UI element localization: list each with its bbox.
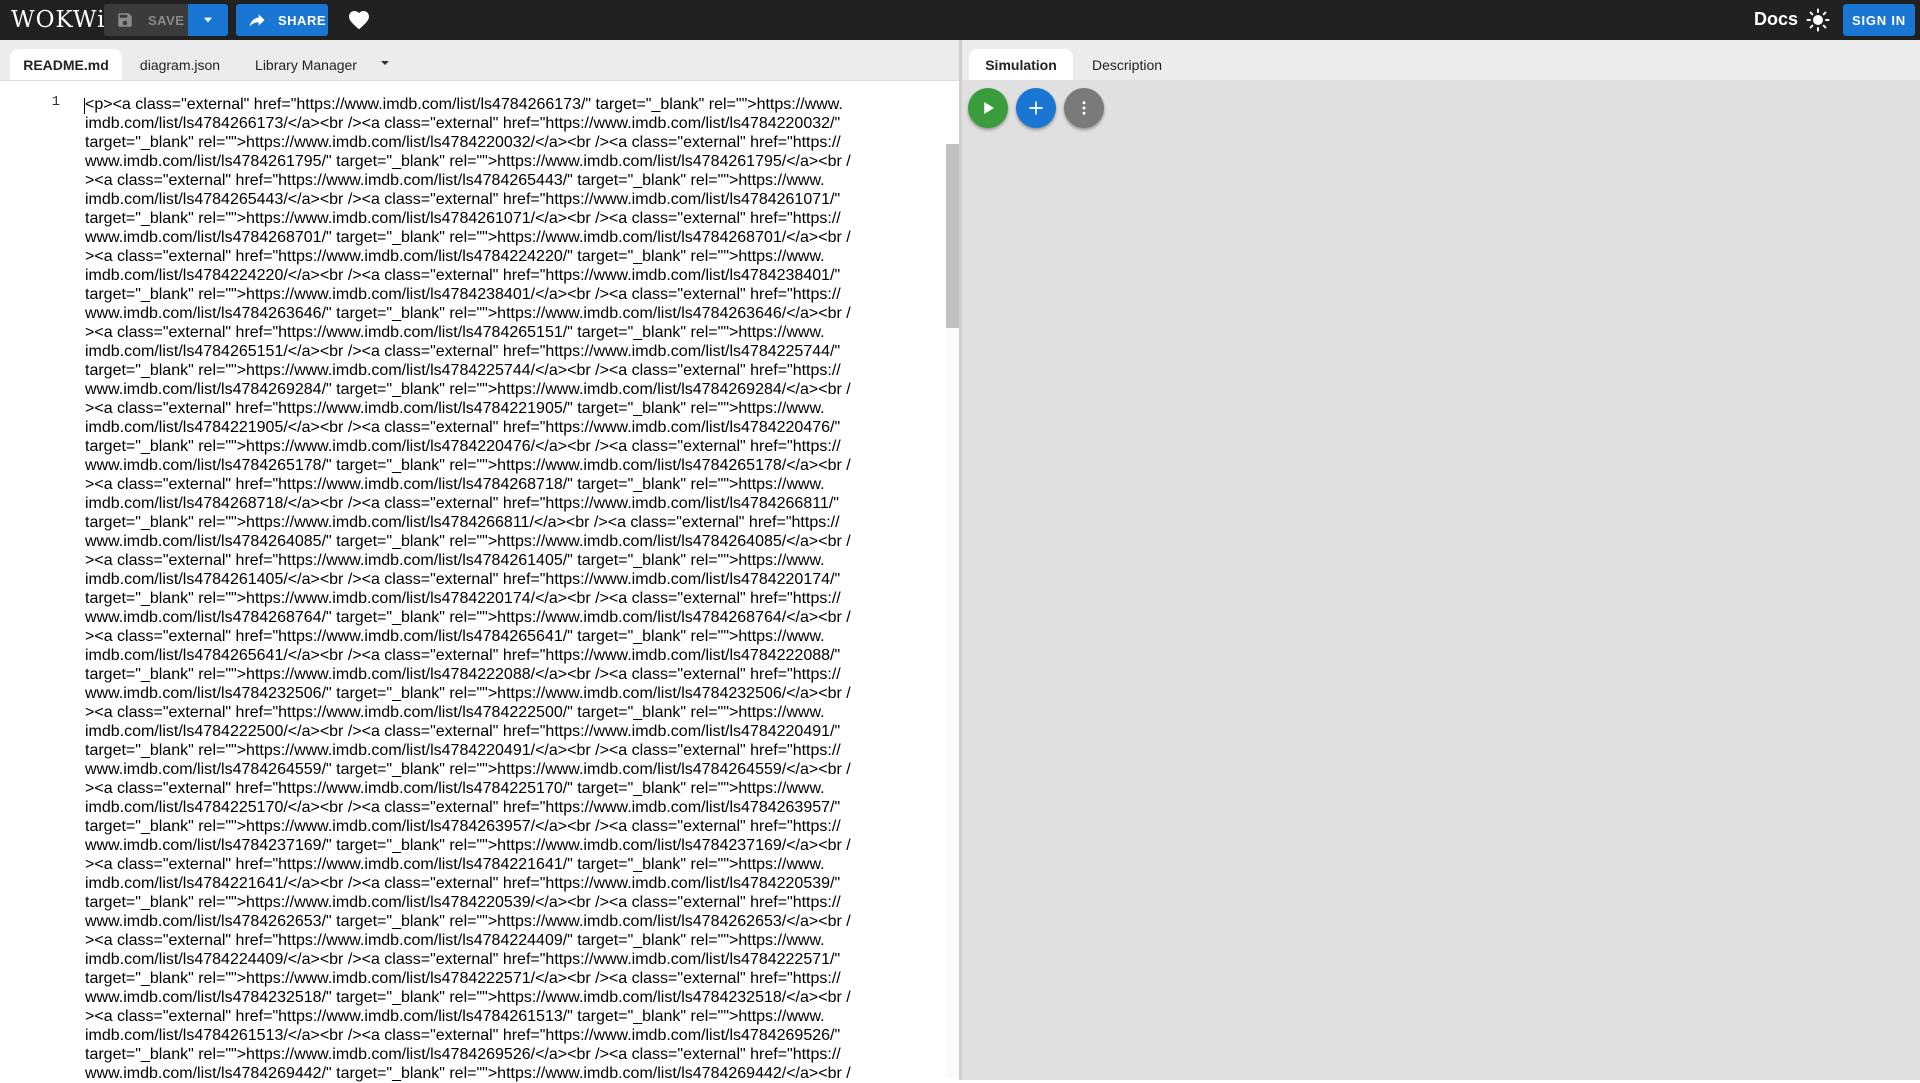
code-line: www.imdb.com/list/ls4784269442/" target=… <box>85 1065 851 1082</box>
code-line: www.imdb.com/list/ls4784232506/" target=… <box>85 685 851 702</box>
code-line: ><a class="external" href="https://www.i… <box>85 780 825 797</box>
code-line: target="_blank" rel="">https://www.imdb.… <box>85 894 841 911</box>
save-button[interactable]: SAVE <box>104 4 188 36</box>
tab-library-manager[interactable]: Library Manager <box>238 49 374 80</box>
add-part-button[interactable] <box>1016 88 1056 128</box>
code-line: www.imdb.com/list/ls4784265178/" target=… <box>85 457 851 474</box>
editor-pane: README.md diagram.json Library Manager 1… <box>0 40 959 1083</box>
code-line: target="_blank" rel="">https://www.imdb.… <box>85 1046 841 1063</box>
share-button[interactable]: SHARE <box>236 4 328 36</box>
heart-icon[interactable] <box>347 8 371 32</box>
line-number: 1 <box>51 94 60 110</box>
code-line: imdb.com/list/ls4784224409/</a><br /><a … <box>85 951 841 968</box>
code-line: <p><a class="external" href="https://www… <box>85 96 843 113</box>
code-line: ><a class="external" href="https://www.i… <box>85 1008 825 1025</box>
simulation-canvas[interactable] <box>962 80 1920 1080</box>
code-line: target="_blank" rel="">https://www.imdb.… <box>85 970 841 987</box>
code-line: target="_blank" rel="">https://www.imdb.… <box>85 742 841 759</box>
code-line: imdb.com/list/ls4784265151/</a><br /><a … <box>85 343 841 360</box>
code-line: target="_blank" rel="">https://www.imdb.… <box>85 514 840 531</box>
code-line: www.imdb.com/list/ls4784269284/" target=… <box>85 381 851 398</box>
code-line: imdb.com/list/ls4784265641/</a><br /><a … <box>85 647 841 664</box>
share-arrow-icon <box>246 9 268 31</box>
code-text[interactable]: <p><a class="external" href="https://www… <box>85 95 851 1083</box>
play-icon <box>984 102 994 114</box>
tabs-menu-chevron-icon[interactable] <box>380 58 390 68</box>
code-line: www.imdb.com/list/ls4784232518/" target=… <box>85 989 851 1006</box>
share-button-label: SHARE <box>278 12 327 28</box>
code-line: imdb.com/list/ls4784222500/</a><br /><a … <box>85 723 841 740</box>
code-line: ><a class="external" href="https://www.i… <box>85 400 825 417</box>
save-button-label: SAVE <box>148 12 185 28</box>
sign-in-button[interactable]: SIGN IN <box>1843 4 1915 36</box>
code-line: ><a class="external" href="https://www.i… <box>85 172 825 189</box>
code-line: www.imdb.com/list/ls4784262653/" target=… <box>85 913 851 930</box>
code-line: ><a class="external" href="https://www.i… <box>85 248 825 265</box>
code-line: www.imdb.com/list/ls4784237169/" target=… <box>85 837 851 854</box>
wokwi-logo[interactable]: WOKWi <box>11 5 105 35</box>
code-line: target="_blank" rel="">https://www.imdb.… <box>85 666 841 683</box>
code-line: imdb.com/list/ls4784221641/</a><br /><a … <box>85 875 841 892</box>
code-line: ><a class="external" href="https://www.i… <box>85 932 825 949</box>
editor-scrollbar[interactable] <box>946 144 959 1078</box>
editor-scrollbar-thumb[interactable] <box>946 144 959 328</box>
save-icon <box>114 9 136 31</box>
code-line: target="_blank" rel="">https://www.imdb.… <box>85 590 841 607</box>
code-line: ><a class="external" href="https://www.i… <box>85 704 825 721</box>
code-line: target="_blank" rel="">https://www.imdb.… <box>85 210 841 227</box>
start-simulation-button[interactable] <box>968 88 1008 128</box>
top-bar: WOKWi SAVE SHARE Docs SIGN IN <box>0 0 1920 40</box>
code-line: imdb.com/list/ls4784268718/</a><br /><a … <box>85 495 839 512</box>
code-line: imdb.com/list/ls4784261513/</a><br /><a … <box>85 1027 841 1044</box>
code-line: www.imdb.com/list/ls4784264085/" target=… <box>85 533 851 550</box>
chevron-down-icon <box>203 17 213 23</box>
tab-readme[interactable]: README.md <box>10 49 122 80</box>
code-line: www.imdb.com/list/ls4784261795/" target=… <box>85 153 851 170</box>
plus-icon <box>1029 101 1043 115</box>
code-line: imdb.com/list/ls4784261405/</a><br /><a … <box>85 571 841 588</box>
simulation-tab-bar: Simulation Description <box>962 40 1920 80</box>
code-line: ><a class="external" href="https://www.i… <box>85 552 825 569</box>
more-options-button[interactable] <box>1064 88 1104 128</box>
code-line: imdb.com/list/ls4784265443/</a><br /><a … <box>85 191 841 208</box>
code-line: ><a class="external" href="https://www.i… <box>85 628 825 645</box>
code-line: imdb.com/list/ls4784266173/</a><br /><a … <box>85 115 841 132</box>
code-line: imdb.com/list/ls4784221905/</a><br /><a … <box>85 419 841 436</box>
code-line: www.imdb.com/list/ls4784264559/" target=… <box>85 761 851 778</box>
code-line: target="_blank" rel="">https://www.imdb.… <box>85 286 841 303</box>
code-line: www.imdb.com/list/ls4784268764/" target=… <box>85 609 851 626</box>
code-line: target="_blank" rel="">https://www.imdb.… <box>85 134 841 151</box>
code-line: target="_blank" rel="">https://www.imdb.… <box>85 818 841 835</box>
tab-simulation[interactable]: Simulation <box>969 49 1073 80</box>
more-vertical-icon <box>1082 101 1086 115</box>
editor-tab-bar: README.md diagram.json Library Manager <box>0 40 959 81</box>
code-line: www.imdb.com/list/ls4784263646/" target=… <box>85 305 851 322</box>
code-line: ><a class="external" href="https://www.i… <box>85 476 825 493</box>
code-line: target="_blank" rel="">https://www.imdb.… <box>85 362 841 379</box>
sun-icon[interactable] <box>1806 8 1830 32</box>
docs-link[interactable]: Docs <box>1754 9 1798 30</box>
tab-description[interactable]: Description <box>1077 49 1177 80</box>
tab-diagram-json[interactable]: diagram.json <box>126 49 234 80</box>
code-line: imdb.com/list/ls4784225170/</a><br /><a … <box>85 799 841 816</box>
code-line: www.imdb.com/list/ls4784268701/" target=… <box>85 229 851 246</box>
code-line: ><a class="external" href="https://www.i… <box>85 856 825 873</box>
code-line: imdb.com/list/ls4784224220/</a><br /><a … <box>85 267 841 284</box>
save-dropdown-button[interactable] <box>188 4 228 36</box>
code-line: ><a class="external" href="https://www.i… <box>85 324 825 341</box>
code-line: target="_blank" rel="">https://www.imdb.… <box>85 438 841 455</box>
simulation-pane: Simulation Description <box>962 40 1920 1080</box>
